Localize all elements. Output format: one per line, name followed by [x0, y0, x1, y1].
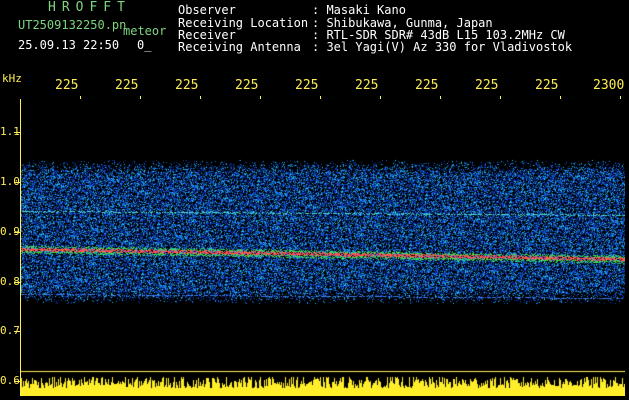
observer-label: Observer — [178, 3, 236, 17]
x-axis-ticks: 225 225 225 225 225 225 225 225 225 2300 — [0, 76, 629, 96]
x-tick-label: 225 — [55, 78, 79, 93]
x-tick-label: 225 — [295, 78, 319, 93]
x-tick-label: 225 — [175, 78, 199, 93]
x-tick-label: 2300 — [593, 78, 625, 93]
x-tick-label: 225 — [115, 78, 139, 93]
time-label: 22:50 — [83, 38, 120, 52]
x-tick-label: 225 — [475, 78, 499, 93]
x-tick-label: 225 — [355, 78, 379, 93]
x-tick-label: 225 — [415, 78, 439, 93]
app-title: HROFFT — [48, 0, 131, 15]
header-panel: HROFFT UT2509132250.pn meteor 25.09.13 2… — [0, 0, 629, 70]
x-tick-label: 225 — [535, 78, 559, 93]
file-name: UT2509132250.pn — [18, 18, 127, 32]
spectrogram-plot — [20, 99, 625, 396]
x-tick-label: 225 — [235, 78, 259, 93]
spectrogram-canvas — [21, 99, 625, 396]
date-label: 25.09.13 — [18, 38, 76, 52]
observer-value: : Masaki Kano — [312, 3, 406, 17]
antenna-value: : 3el Yagi(V) Az 330 for Vladivostok — [312, 40, 573, 54]
extra-label: 0_ — [137, 38, 152, 52]
mode-label: meteor — [123, 24, 167, 38]
antenna-label: Receiving Antenna — [178, 40, 301, 54]
